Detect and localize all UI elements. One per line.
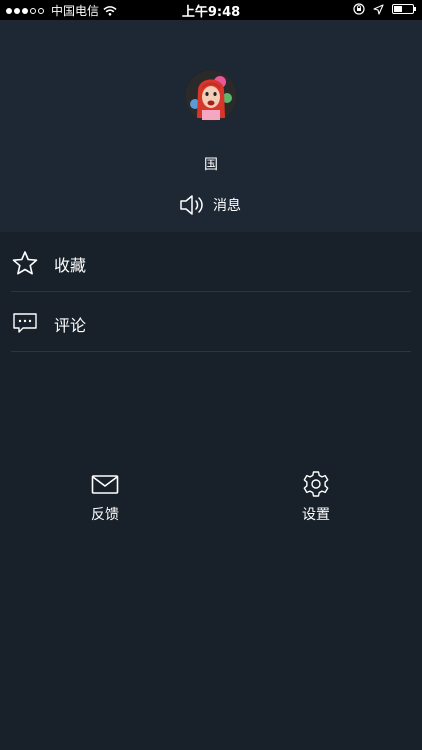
menu-item-label: 收藏: [54, 256, 87, 275]
feedback-label: 反馈: [91, 507, 119, 523]
message-button[interactable]: 消息: [179, 194, 241, 216]
settings-button[interactable]: 设置: [276, 470, 356, 524]
status-bar: 中国电信 上午9:48: [0, 0, 422, 20]
speaker-icon: [180, 195, 203, 215]
menu-item-comments[interactable]: 评论: [0, 292, 422, 352]
star-icon: [12, 251, 38, 275]
menu-item-favorites[interactable]: 收藏: [0, 232, 422, 292]
settings-label: 设置: [302, 507, 330, 523]
menu-item-label: 评论: [54, 316, 87, 335]
message-label: 消息: [213, 198, 241, 214]
battery-icon: [392, 4, 416, 14]
mail-icon: [91, 475, 119, 494]
divider: [11, 351, 411, 352]
profile-header: 国 消息: [0, 20, 422, 232]
menu-list: 收藏 评论: [0, 232, 422, 352]
comment-icon: [13, 313, 37, 333]
location-icon: [373, 3, 384, 15]
feedback-button[interactable]: 反馈: [65, 470, 145, 524]
avatar[interactable]: [185, 70, 237, 122]
status-right: [353, 3, 416, 15]
gear-icon: [303, 471, 329, 497]
username: 国: [204, 157, 218, 173]
bottom-actions: 反馈 设置: [0, 470, 422, 530]
orientation-lock-icon: [353, 3, 365, 15]
